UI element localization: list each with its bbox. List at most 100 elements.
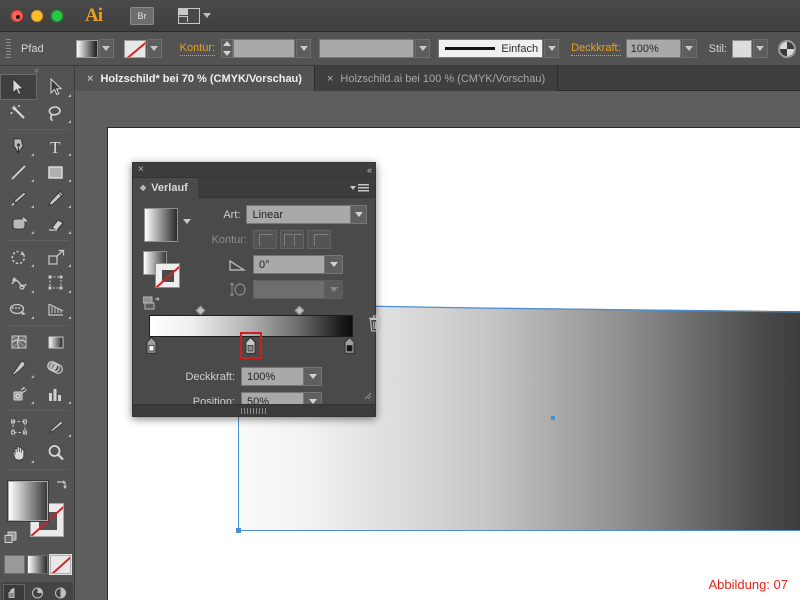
gradient-aspect-dropdown[interactable] [325, 280, 343, 299]
color-mode-button[interactable] [3, 555, 25, 574]
gradient-tool[interactable] [37, 329, 74, 355]
opacity-label[interactable]: Deckkraft: [571, 42, 621, 56]
lasso-tool[interactable] [37, 100, 74, 126]
globe-icon[interactable] [777, 39, 796, 58]
blob-brush-tool[interactable] [0, 211, 37, 237]
graphic-style-dropdown[interactable] [752, 39, 768, 58]
zoom-window-button[interactable] [51, 9, 63, 22]
close-window-button[interactable] [11, 9, 23, 22]
panel-opacity-value[interactable]: 100% [241, 367, 304, 386]
tab-verlauf[interactable]: ◆ Verlauf [133, 177, 198, 198]
gradient-aspect-value[interactable] [253, 280, 325, 299]
gradient-preview-swatch[interactable] [144, 208, 178, 242]
shape-builder-tool[interactable] [0, 296, 37, 322]
none-mode-button[interactable] [49, 555, 71, 574]
anchor-point-bottom-left[interactable] [236, 528, 241, 533]
gradient-ramp[interactable] [149, 315, 353, 337]
fill-dropdown-button[interactable] [98, 39, 114, 58]
direct-selection-tool[interactable] [37, 74, 74, 100]
tools-divider [6, 325, 68, 326]
stroke-along-gradient-button[interactable] [280, 230, 304, 249]
full-screen-menubar-mode-button[interactable] [26, 584, 48, 600]
stroke-within-gradient-button[interactable] [253, 230, 277, 249]
default-fill-stroke-icon[interactable] [4, 531, 18, 545]
artboard-tool[interactable] [0, 414, 37, 440]
gradient-panel[interactable]: × « ◆ Verlauf Art: Linear Kontur: 0° Dec… [132, 162, 382, 417]
selection-tool[interactable] [0, 74, 37, 100]
full-screen-mode-button[interactable] [49, 584, 71, 600]
rotate-tool[interactable] [0, 244, 37, 270]
pencil-tool[interactable] [37, 185, 74, 211]
tab-holzschild-70[interactable]: × Holzschild* bei 70 % (CMYK/Vorschau) [75, 66, 315, 91]
close-icon[interactable]: × [138, 165, 144, 175]
graphic-style-swatch[interactable] [731, 39, 752, 58]
panel-opacity-dropdown[interactable] [304, 367, 322, 386]
free-transform-tool[interactable] [37, 270, 74, 296]
eyedropper-tool[interactable] [0, 355, 37, 381]
normal-screen-mode-button[interactable] [3, 584, 25, 600]
perspective-grid-tool[interactable] [37, 296, 74, 322]
zoom-tool[interactable] [37, 440, 74, 466]
gradient-type-dropdown[interactable] [351, 205, 367, 224]
mesh-tool[interactable] [0, 329, 37, 355]
symbol-sprayer-tool[interactable] [0, 381, 37, 407]
fill-color-swatch[interactable] [8, 481, 48, 521]
gradient-angle-value[interactable]: 0° [253, 255, 325, 274]
rectangle-tool[interactable] [37, 159, 74, 185]
stroke-weight-label[interactable]: Kontur: [179, 42, 216, 56]
stroke-weight-dropdown[interactable] [296, 39, 312, 58]
collapse-panel-icon[interactable]: « [367, 165, 372, 175]
column-graph-tool[interactable] [37, 381, 74, 407]
gradient-stop-end[interactable] [344, 336, 355, 354]
panel-menu-icon[interactable] [350, 183, 369, 192]
minimize-window-button[interactable] [31, 9, 43, 22]
gradient-stop-middle[interactable] [245, 336, 256, 354]
panel-resize-handle[interactable] [362, 387, 372, 400]
stroke-dropdown-button[interactable] [146, 39, 162, 58]
gradient-slider[interactable] [141, 305, 382, 359]
gradient-stop-start[interactable] [146, 336, 157, 354]
magic-wand-tool[interactable] [0, 100, 37, 126]
hand-tool[interactable] [0, 440, 37, 466]
pen-tool[interactable] [0, 133, 37, 159]
stroke-swatch[interactable] [123, 39, 146, 58]
width-profile-dropdown[interactable] [544, 39, 560, 58]
opacity-input[interactable]: 100% [625, 39, 681, 58]
blend-tool[interactable] [37, 355, 74, 381]
fill-swatch[interactable] [75, 39, 98, 58]
panel-drag-bar[interactable] [133, 404, 375, 416]
stroke-across-gradient-button[interactable] [307, 230, 331, 249]
scale-tool[interactable] [37, 244, 74, 270]
type-tool[interactable]: T [37, 133, 74, 159]
opacity-dropdown[interactable] [681, 39, 697, 58]
eraser-tool[interactable] [37, 211, 74, 237]
bridge-button[interactable]: Br [130, 6, 154, 25]
brush-definition-dropdown[interactable] [415, 39, 431, 58]
tools-panel-collapse[interactable]: « [0, 66, 74, 75]
gradient-preset-dropdown[interactable] [183, 219, 191, 242]
variable-width-profile[interactable]: Einfach [438, 39, 544, 58]
anchor-point-center[interactable] [551, 416, 555, 420]
arrange-documents-icon [178, 7, 200, 24]
panel-stroke-swatch[interactable] [155, 263, 180, 288]
brush-definition-input[interactable] [319, 39, 415, 58]
slice-tool[interactable] [37, 414, 74, 440]
stroke-weight-stepper[interactable] [221, 39, 234, 58]
close-icon[interactable]: × [327, 73, 333, 85]
line-segment-tool[interactable] [0, 159, 37, 185]
tab-holzschild-100[interactable]: × Holzschild.ai bei 100 % (CMYK/Vorschau… [314, 66, 559, 91]
width-tool[interactable] [0, 270, 37, 296]
gradient-midpoint-1[interactable] [195, 305, 206, 316]
arrange-documents-control[interactable] [178, 7, 211, 24]
gradient-angle-dropdown[interactable] [325, 255, 343, 274]
panel-fill-stroke-toggle[interactable] [143, 251, 181, 289]
trash-icon[interactable] [368, 315, 383, 337]
control-bar-grip[interactable] [6, 38, 11, 59]
gradient-midpoint-2[interactable] [294, 305, 305, 316]
gradient-type-value[interactable]: Linear [246, 205, 352, 224]
close-icon[interactable]: × [87, 73, 93, 85]
swap-fill-stroke-icon[interactable] [54, 479, 68, 493]
paintbrush-tool[interactable] [0, 185, 37, 211]
stroke-weight-input[interactable] [233, 39, 296, 58]
gradient-mode-button[interactable] [26, 555, 48, 574]
